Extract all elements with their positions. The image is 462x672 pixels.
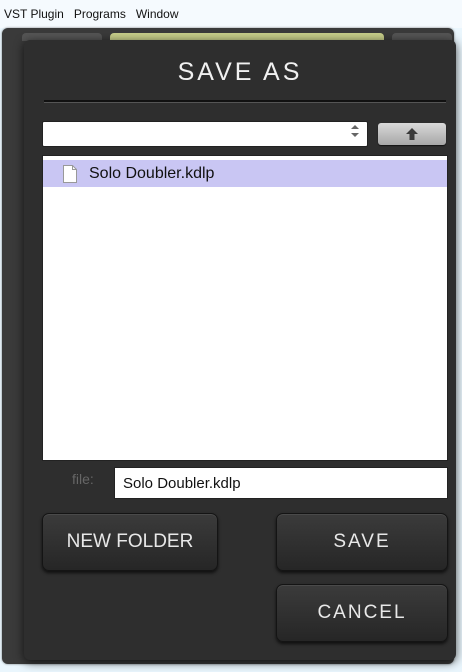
save-as-dialog: SAVE AS Solo Doubler.kdlp file: NEW FO: [24, 40, 456, 660]
document-icon: [63, 164, 77, 183]
file-name: Solo Doubler.kdlp: [89, 164, 215, 182]
arrow-up-icon: [406, 128, 418, 140]
parent-folder-button[interactable]: [378, 123, 446, 145]
menu-programs[interactable]: Programs: [70, 7, 130, 21]
cancel-button[interactable]: CANCEL: [276, 584, 448, 642]
title-divider: [44, 100, 446, 102]
save-button[interactable]: SAVE: [276, 513, 448, 571]
dialog-title: SAVE AS: [177, 58, 303, 86]
file-field-label: file:: [72, 471, 94, 487]
file-name-input[interactable]: [114, 467, 448, 499]
menu-vst-plugin[interactable]: VST Plugin: [0, 7, 68, 21]
new-folder-button[interactable]: NEW FOLDER: [42, 513, 218, 571]
up-down-arrows-icon: [351, 125, 359, 138]
file-list-item[interactable]: Solo Doubler.kdlp: [43, 160, 447, 187]
menu-bar: VST Plugin Programs Window: [0, 0, 462, 28]
file-list[interactable]: Solo Doubler.kdlp: [42, 155, 448, 461]
folder-path-select[interactable]: [42, 121, 368, 147]
menu-window[interactable]: Window: [132, 7, 183, 21]
